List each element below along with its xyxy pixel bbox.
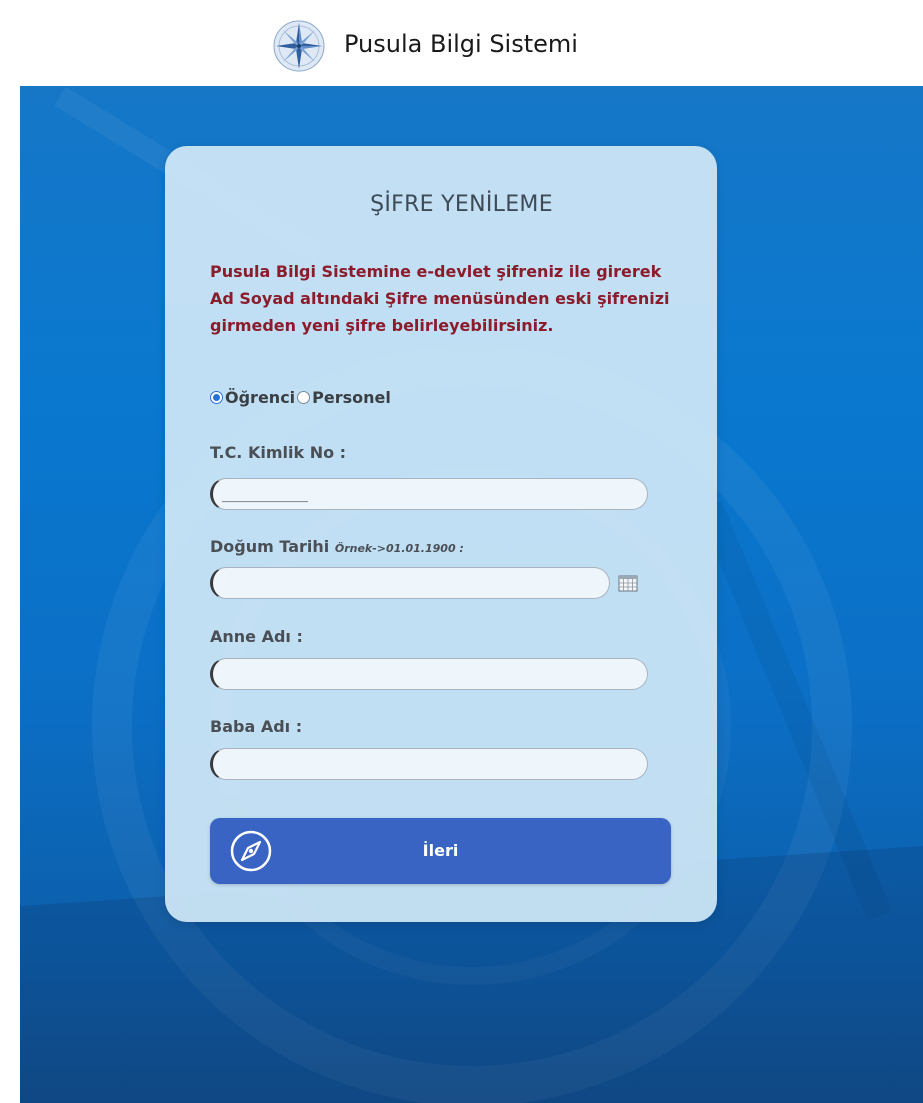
compass-icon (230, 830, 272, 872)
tc-kimlik-mask: ___________ (222, 488, 309, 503)
form-title: ŞİFRE YENİLEME (370, 192, 553, 217)
ileri-button[interactable]: İleri (210, 818, 671, 884)
ileri-button-label: İleri (422, 841, 459, 860)
anne-adi-input[interactable] (210, 658, 648, 690)
compass-rose-icon (273, 20, 325, 72)
dogum-tarihi-label-text: Doğum Tarihi (210, 537, 330, 556)
notice-line: Pusula Bilgi Sistemine e-devlet şifreniz… (210, 262, 662, 281)
radio-personel[interactable] (297, 390, 311, 404)
baba-adi-label: Baba Adı : (210, 717, 303, 736)
dogum-tarihi-hint: Örnek->01.01.1900 : (334, 542, 464, 555)
notice-line: Ad Soyad altındaki Şifre menüsünden eski… (210, 289, 670, 308)
anne-adi-label: Anne Adı : (210, 627, 303, 646)
site-header: Pusula Bilgi Sistemi (0, 0, 923, 86)
tc-kimlik-label: T.C. Kimlik No : (210, 443, 347, 462)
radio-label-personel[interactable]: Personel (312, 388, 391, 407)
radio-label-ogrenci[interactable]: Öğrenci (225, 388, 295, 407)
calendar-icon[interactable] (618, 575, 638, 592)
dogum-tarihi-label: Doğum Tarihi Örnek->01.01.1900 : (210, 537, 464, 556)
dogum-tarihi-input[interactable] (210, 567, 610, 599)
radio-ogrenci[interactable] (210, 390, 223, 404)
site-title: Pusula Bilgi Sistemi (344, 30, 578, 58)
baba-adi-input[interactable] (210, 748, 648, 780)
info-notice: Pusula Bilgi Sistemine e-devlet şifreniz… (210, 258, 670, 339)
notice-line: girmeden yeni şifre belirleyebilirsiniz. (210, 316, 554, 335)
user-type-radio-group: Öğrenci Personel (210, 386, 391, 408)
